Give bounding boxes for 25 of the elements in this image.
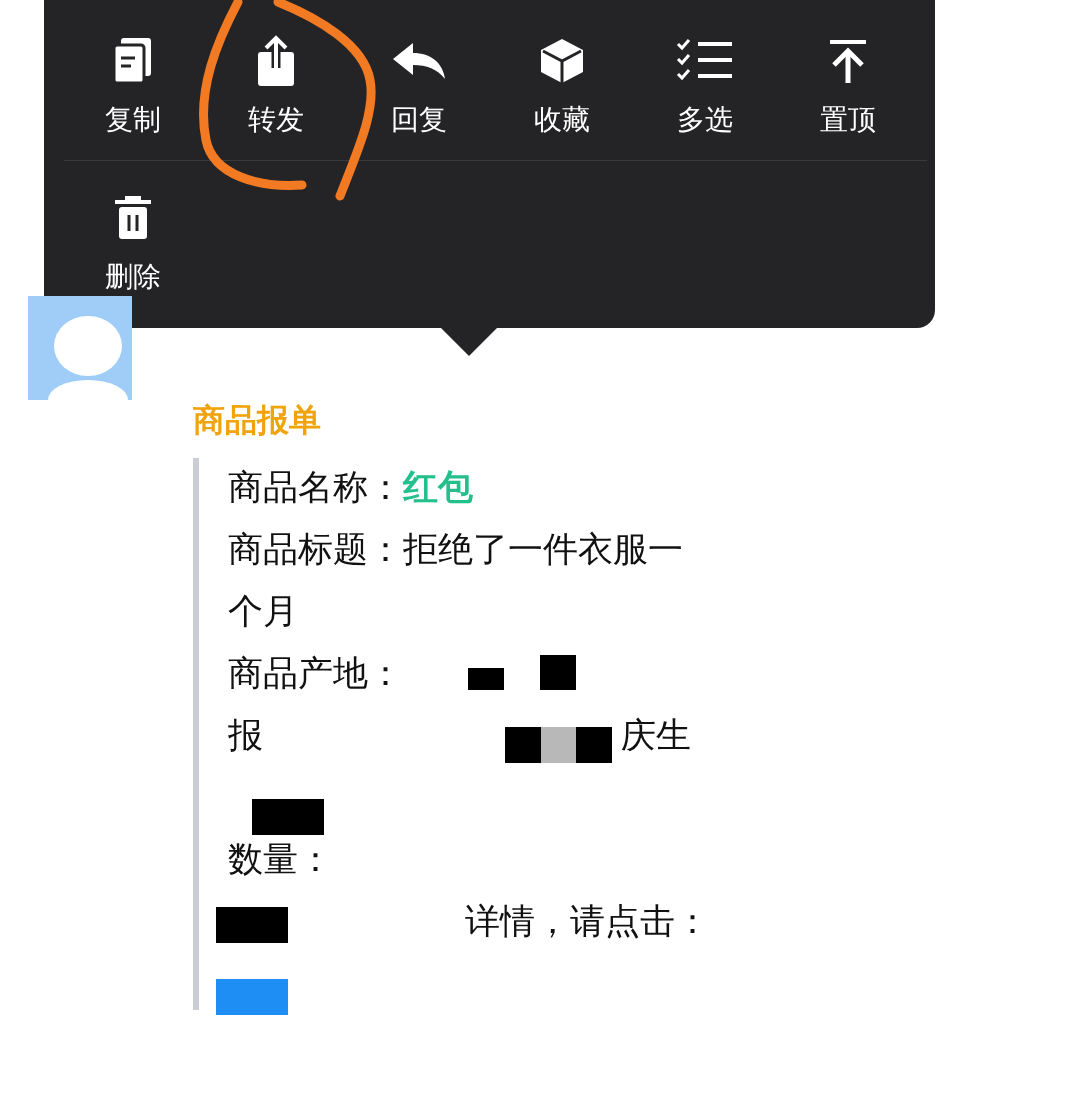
- field-label: 数量：: [228, 839, 333, 879]
- menu-item[interactable]: 复制: [61, 34, 204, 160]
- cube-icon: [538, 37, 585, 85]
- field-label: 详情，请点击：: [465, 901, 710, 941]
- redaction-block: [468, 668, 504, 690]
- share-icon: [255, 34, 296, 88]
- menu-item[interactable]: 回复: [347, 34, 490, 160]
- message-title: 商品报单: [193, 400, 322, 441]
- redaction-block: [540, 655, 576, 690]
- menu-item[interactable]: 收藏: [490, 34, 633, 160]
- field-label: 商品产地：: [228, 653, 403, 693]
- field-value: 庆生: [621, 715, 691, 755]
- field-label: 商品名称：: [228, 467, 403, 507]
- message-line: 商品标题：拒绝了一件衣服一个月: [228, 528, 684, 633]
- redaction-block: [216, 907, 288, 943]
- menu-item[interactable]: 删除: [61, 191, 204, 295]
- redaction-block: [216, 979, 288, 1015]
- redaction-block: [252, 799, 324, 835]
- trash-icon: [112, 195, 153, 241]
- menu-item[interactable]: 置顶: [776, 34, 919, 160]
- menu-item[interactable]: 转发: [204, 34, 347, 160]
- field-label: 报: [228, 715, 263, 755]
- pin-top-icon: [827, 39, 868, 83]
- field-value: 红包: [403, 467, 473, 507]
- menu-item[interactable]: 多选: [633, 34, 776, 160]
